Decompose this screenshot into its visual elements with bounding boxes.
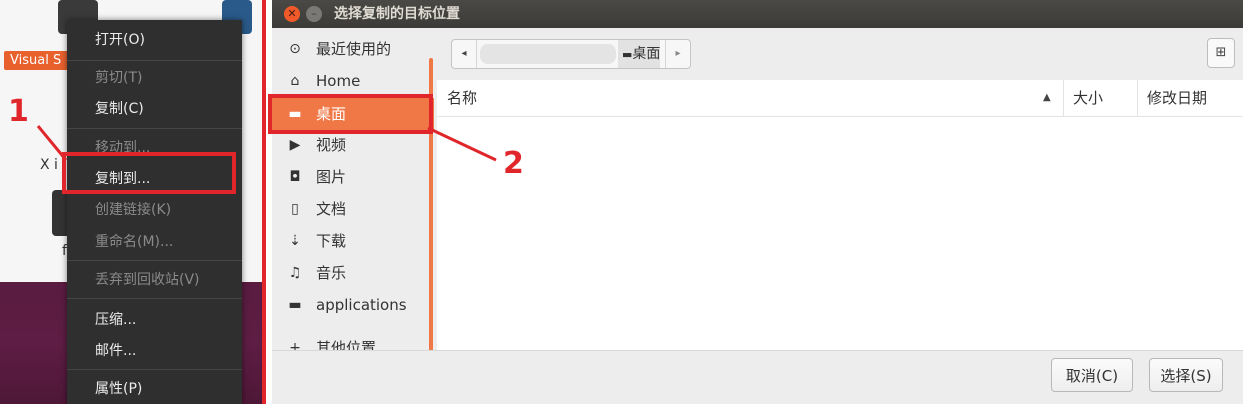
desktop-panel: Visual S X i f 打开(O) 剪切(T) 复制(C) 移动到... … xyxy=(0,0,262,404)
minimize-icon[interactable]: – xyxy=(306,6,322,22)
sidebar-item-recent[interactable]: ⊙ 最近使用的 xyxy=(272,33,434,65)
dialog-titlebar[interactable]: ✕ – 选择复制的目标位置 xyxy=(272,0,1243,28)
sidebar-item-label: 图片 xyxy=(316,168,347,186)
folder-icon: ▬ xyxy=(288,297,302,313)
path-segment-obscured[interactable] xyxy=(480,44,616,64)
sidebar-item-home[interactable]: ⌂ Home xyxy=(272,65,434,97)
close-icon[interactable]: ✕ xyxy=(284,6,300,22)
cancel-button[interactable]: 取消(C) xyxy=(1051,358,1133,392)
music-icon: ♫ xyxy=(288,265,302,281)
new-folder-icon: ⊞ xyxy=(1215,45,1227,60)
annotation-pointer-line xyxy=(427,126,497,162)
plus-icon: + xyxy=(289,340,301,350)
sidebar-item-documents[interactable]: ▯ 文档 xyxy=(272,193,434,225)
sidebar-item-label: 音乐 xyxy=(316,264,347,282)
path-segment-label: 桌面 xyxy=(632,46,661,62)
sort-ascending-icon[interactable]: ▲ xyxy=(1043,80,1051,116)
document-icon: ▯ xyxy=(291,201,299,217)
folder-icon: ▬ xyxy=(622,48,633,61)
sidebar-item-label: 文档 xyxy=(316,200,347,218)
download-icon: ⇣ xyxy=(289,233,301,249)
sidebar-item-label: Home xyxy=(316,72,361,90)
sidebar-item-label: applications xyxy=(316,296,407,314)
file-list-pane: ◂ ▬桌面 ▸ ⊞ 名称 ▲ 大小 修改日期 xyxy=(437,28,1243,350)
file-list-body[interactable] xyxy=(437,117,1243,350)
file-list-header: 名称 ▲ 大小 修改日期 xyxy=(437,80,1243,117)
path-segment-desktop[interactable]: ▬桌面 xyxy=(618,40,661,68)
path-scroll-right-button[interactable]: ▸ xyxy=(665,40,690,68)
sidebar-item-other-locations[interactable]: + 其他位置 xyxy=(272,332,434,350)
dialog-title: 选择复制的目标位置 xyxy=(334,6,460,22)
clock-icon: ⊙ xyxy=(289,41,301,57)
location-toolbar: ◂ ▬桌面 ▸ ⊞ xyxy=(437,28,1243,80)
sidebar-item-label: 最近使用的 xyxy=(316,40,392,58)
home-icon: ⌂ xyxy=(290,73,300,89)
column-separator xyxy=(1063,80,1064,116)
places-sidebar: ⊙ 最近使用的 ⌂ Home ▬ 桌面 ▶ 视频 ◘ 图片 ▯ 文档 ⇣ 下载 … xyxy=(272,28,434,350)
sidebar-item-label: 其他位置 xyxy=(316,339,377,350)
camera-icon: ◘ xyxy=(289,169,301,185)
breadcrumb: ◂ ▬桌面 ▸ xyxy=(451,39,691,69)
dialog-action-bar: 取消(C) 选择(S) xyxy=(272,350,1243,404)
select-button[interactable]: 选择(S) xyxy=(1149,358,1223,392)
sidebar-item-label: 下载 xyxy=(316,232,347,250)
sidebar-item-downloads[interactable]: ⇣ 下载 xyxy=(272,225,434,257)
annotation-number-2: 2 xyxy=(503,146,524,181)
sidebar-item-applications[interactable]: ▬ applications xyxy=(272,289,434,321)
file-chooser-dialog: ✕ – 选择复制的目标位置 ⊙ 最近使用的 ⌂ Home ▬ 桌面 ▶ 视频 ◘… xyxy=(272,0,1243,404)
sidebar-item-music[interactable]: ♫ 音乐 xyxy=(272,257,434,289)
column-header-size[interactable]: 大小 xyxy=(1073,80,1103,116)
annotation-pointer-line xyxy=(36,125,68,161)
column-header-modified[interactable]: 修改日期 xyxy=(1147,80,1207,116)
new-folder-button[interactable]: ⊞ xyxy=(1207,38,1235,68)
path-scroll-left-button[interactable]: ◂ xyxy=(452,40,477,68)
column-separator xyxy=(1137,80,1138,116)
annotation-divider-line xyxy=(262,0,266,404)
